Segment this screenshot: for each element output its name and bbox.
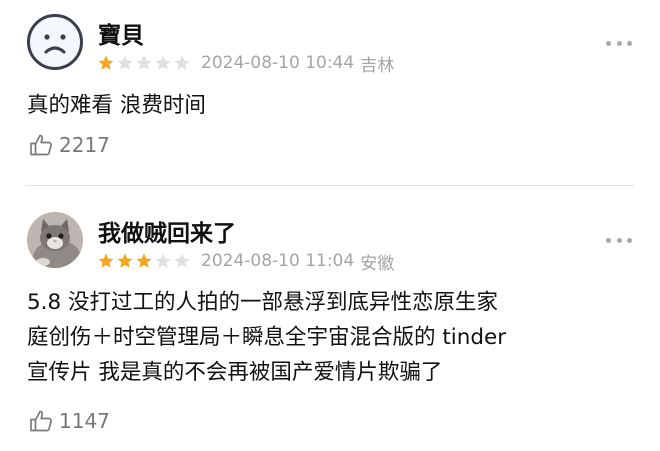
thumbs-up-icon bbox=[30, 134, 52, 156]
review-meta: 2024-08-10 10:44 吉林 bbox=[97, 52, 395, 76]
review-content: 5.8 没打过工的人拍的一部悬浮到底异性恋原生家 庭创伤＋时空管理局＋瞬息全宇宙… bbox=[27, 285, 617, 390]
review-meta: 2024-08-10 11:04 安徽 bbox=[97, 250, 395, 274]
star-icon bbox=[174, 253, 190, 268]
username[interactable]: 我做贼回来了 bbox=[98, 214, 236, 248]
more-options-icon[interactable] bbox=[606, 39, 632, 47]
review-location: 吉林 bbox=[360, 55, 395, 76]
star-rating bbox=[97, 54, 191, 72]
star-icon bbox=[174, 55, 190, 70]
username[interactable]: 寶貝 bbox=[98, 16, 144, 50]
review-content-line: 真的难看 浪费时间 bbox=[27, 93, 206, 118]
star-icon bbox=[136, 55, 152, 70]
review-location: 安徽 bbox=[360, 253, 395, 274]
more-options-icon[interactable] bbox=[606, 236, 632, 244]
avatar[interactable] bbox=[27, 14, 83, 70]
review-content-line: 宣传片 我是真的不会再被国产爱情片欺骗了 bbox=[27, 360, 443, 385]
star-icon bbox=[155, 55, 171, 70]
star-icon bbox=[98, 55, 114, 70]
star-icon bbox=[117, 253, 133, 268]
like-count: 2217 bbox=[59, 133, 110, 157]
like-count: 1147 bbox=[59, 409, 110, 433]
review-card: 寶貝 2024-08-10 10:44 吉林 真的难看 浪费时间 2217 bbox=[0, 0, 660, 186]
review-date: 2024-08-10 10:44 bbox=[201, 53, 355, 73]
sad-face-icon bbox=[44, 34, 66, 54]
review-date: 2024-08-10 11:04 bbox=[201, 251, 355, 271]
like-button[interactable]: 1147 bbox=[28, 406, 110, 436]
avatar[interactable] bbox=[27, 212, 83, 268]
star-icon bbox=[136, 253, 152, 268]
review-content: 真的难看 浪费时间 bbox=[27, 88, 617, 123]
star-icon bbox=[155, 253, 171, 268]
thumbs-up-icon bbox=[30, 410, 52, 432]
cat-avatar-icon bbox=[27, 212, 83, 268]
star-rating bbox=[97, 252, 191, 270]
review-content-line: 5.8 没打过工的人拍的一部悬浮到底异性恋原生家 bbox=[27, 290, 499, 315]
like-button[interactable]: 2217 bbox=[28, 130, 110, 160]
star-icon bbox=[117, 55, 133, 70]
review-content-line: 庭创伤＋时空管理局＋瞬息全宇宙混合版的 tinder bbox=[27, 325, 507, 350]
review-card: 我做贼回来了 2024-08-10 11:04 安徽 5.8 没打过工的人拍的一… bbox=[0, 186, 660, 451]
star-icon bbox=[98, 253, 114, 268]
